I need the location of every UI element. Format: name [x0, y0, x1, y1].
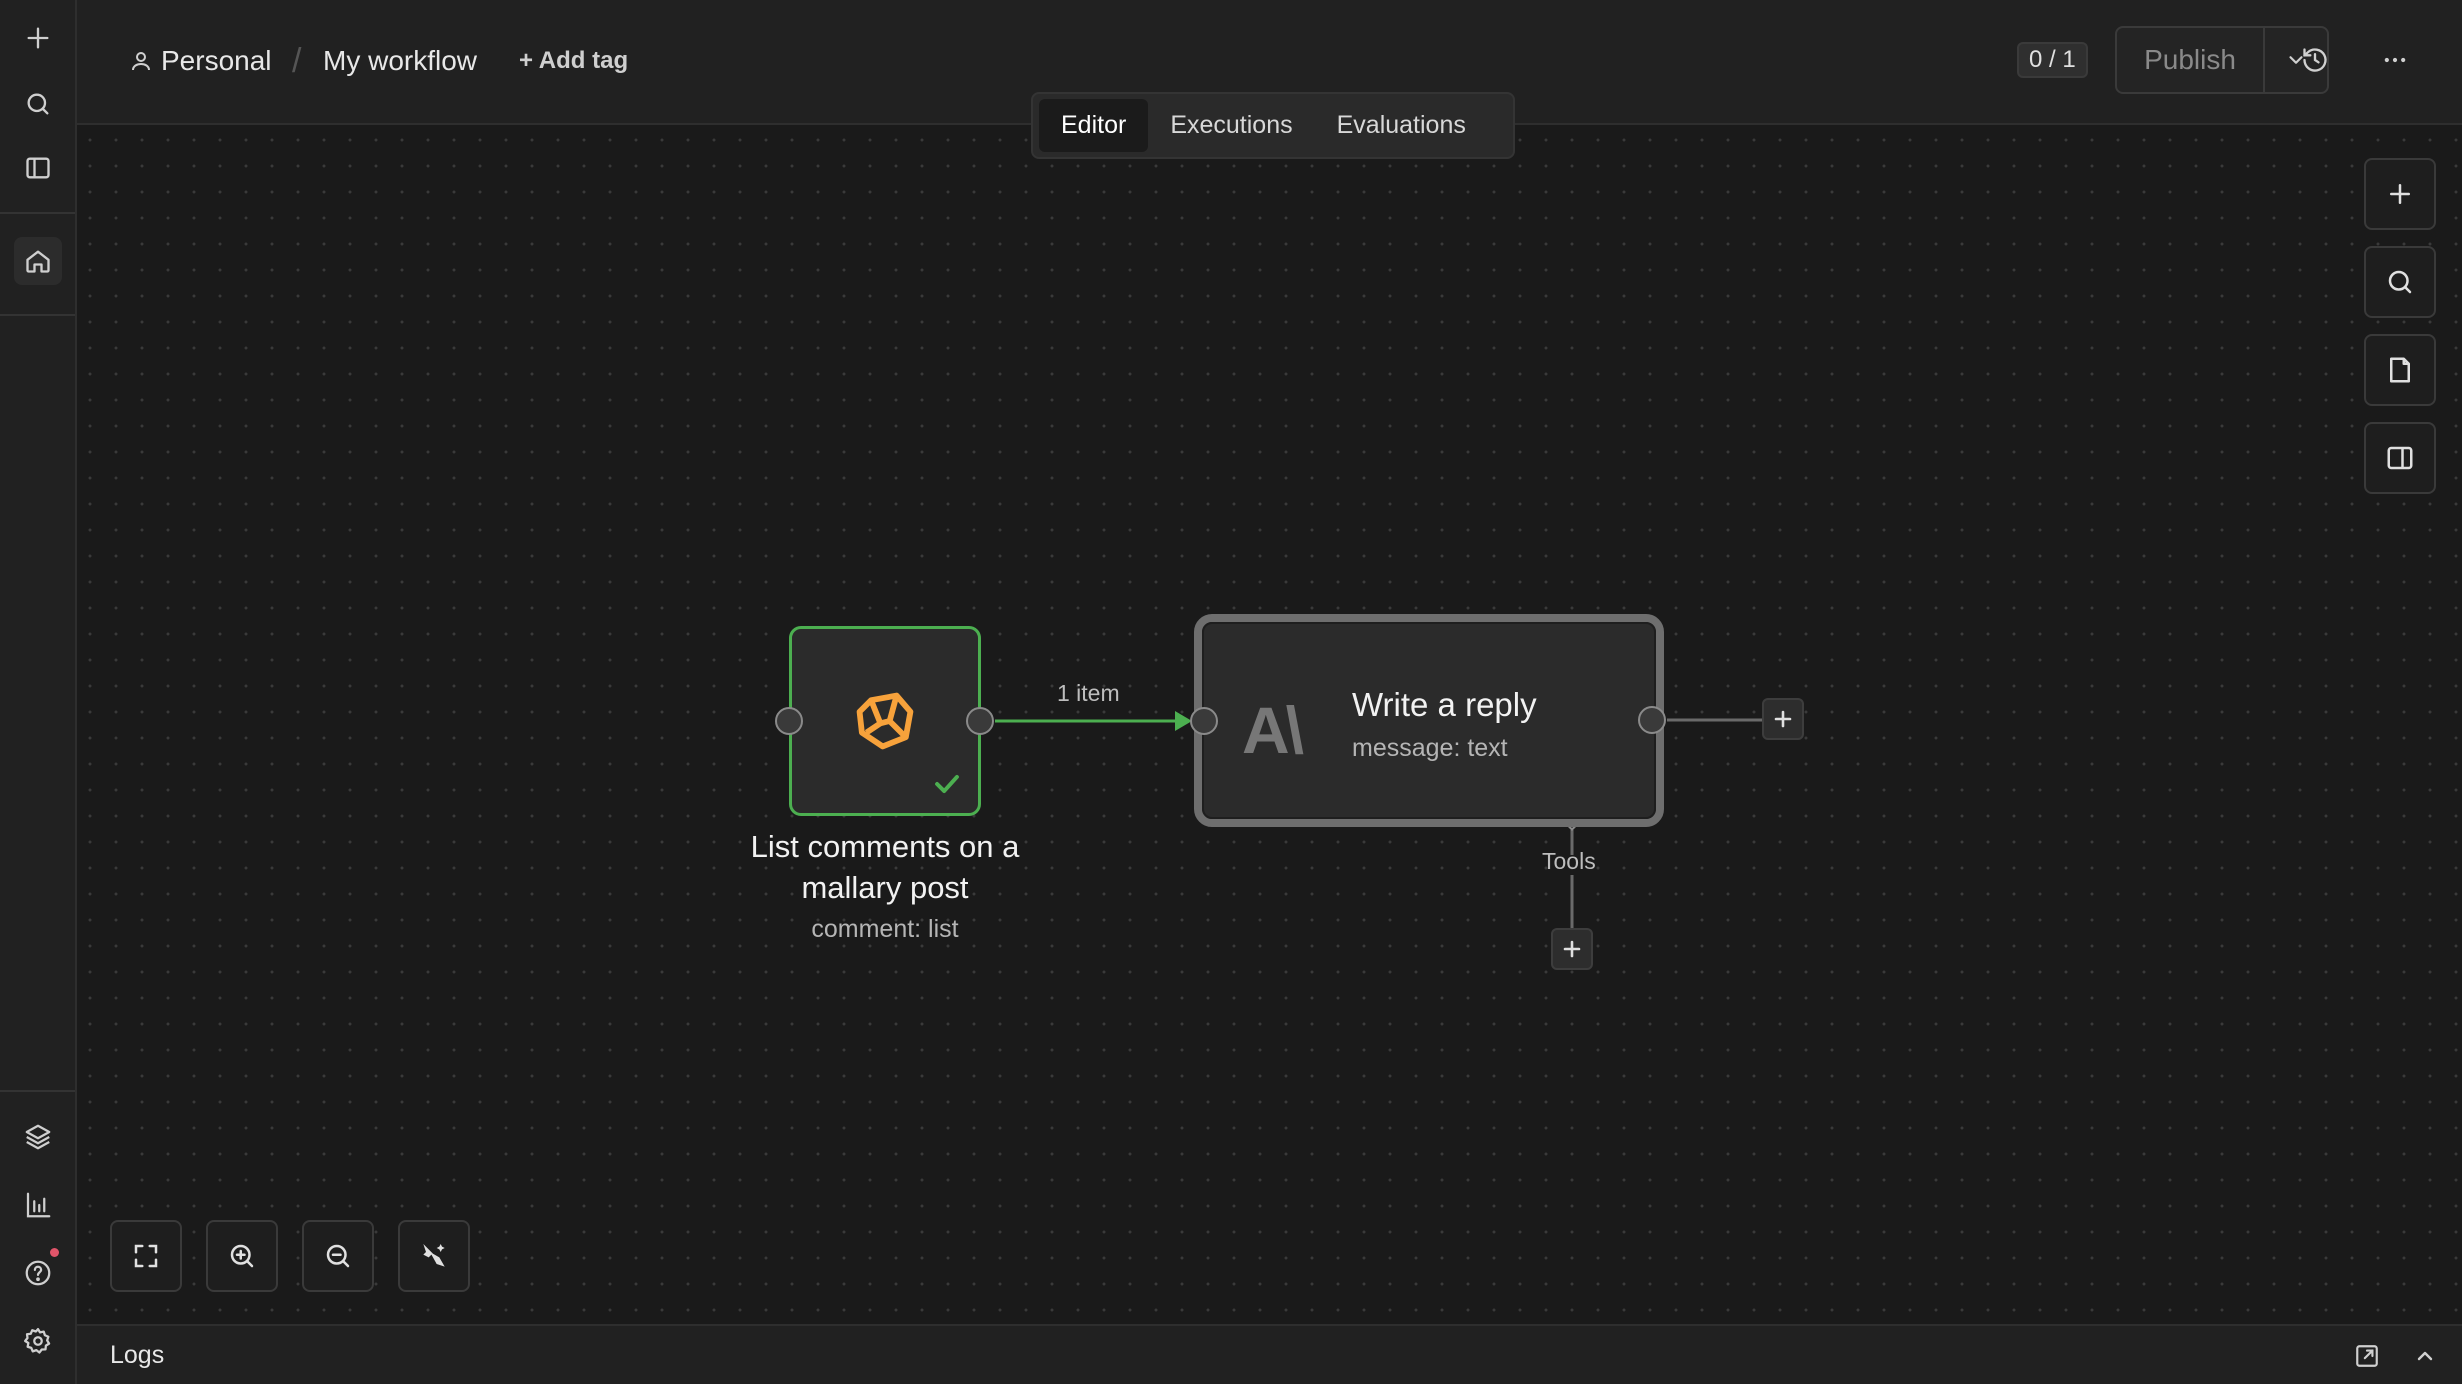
success-check-icon — [935, 774, 959, 794]
node-list-comments[interactable] — [789, 626, 981, 816]
node-output-port[interactable] — [966, 707, 994, 735]
connection-label: 1 item — [1057, 680, 1120, 706]
node-title: List comments on a mallary post — [750, 829, 1020, 905]
node-input-port[interactable] — [1190, 707, 1218, 735]
anthropic-logo-icon: A\ — [1242, 693, 1304, 767]
expand-chevron-up-icon[interactable] — [2407, 1338, 2443, 1374]
tools-connector-label: Tools — [1542, 848, 1596, 874]
fit-view-icon — [134, 1244, 158, 1268]
zoom-in-button[interactable] — [206, 1220, 278, 1292]
node-input-port[interactable] — [775, 707, 803, 735]
node-title: Write a reply — [1352, 686, 1537, 723]
plus-icon — [1563, 940, 1581, 958]
zoom-out-button[interactable] — [302, 1220, 374, 1292]
node-subtitle: comment: list — [811, 915, 959, 943]
logs-panel-bar[interactable]: Logs — [77, 1324, 2462, 1384]
node-write-reply[interactable]: A\ Write a reply message: text — [1194, 614, 1664, 827]
fit-view-button[interactable] — [110, 1220, 182, 1292]
mallary-logo-icon — [856, 692, 914, 750]
tidy-up-button[interactable] — [398, 1220, 470, 1292]
zoom-in-icon — [230, 1244, 254, 1268]
node-output-port[interactable] — [1638, 706, 1666, 734]
tidy-up-icon — [423, 1244, 445, 1267]
plus-icon — [1774, 710, 1792, 728]
add-tool-button[interactable] — [1551, 928, 1593, 970]
node-subtitle: message: text — [1352, 734, 1508, 762]
logs-label: Logs — [110, 1341, 165, 1369]
add-next-node-button[interactable] — [1762, 698, 1804, 740]
pop-out-icon[interactable] — [2349, 1338, 2385, 1374]
zoom-out-icon — [326, 1244, 350, 1268]
